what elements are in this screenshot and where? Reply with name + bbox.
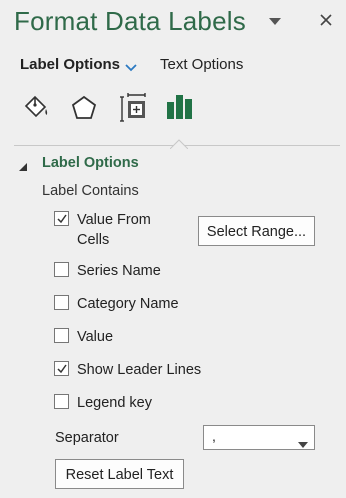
size-properties-icon[interactable]	[118, 92, 150, 124]
dropdown-arrow-icon[interactable]	[298, 435, 308, 448]
checkbox-label: Value From Cells	[77, 212, 151, 248]
reset-label-text-button[interactable]: Reset Label Text	[55, 459, 184, 489]
separator-dropdown[interactable]: ,	[203, 425, 315, 450]
checkbox-label: Series Name	[77, 263, 161, 279]
select-range-button[interactable]: Select Range...	[198, 216, 315, 246]
fill-line-icon[interactable]	[20, 92, 52, 124]
checkbox-box[interactable]	[54, 211, 69, 226]
tab-label-options[interactable]: Label Options	[20, 56, 120, 73]
checkbox-category-name[interactable]: Category Name	[54, 294, 194, 314]
checkbox-label: Legend key	[77, 395, 152, 411]
checkbox-show-leader-lines[interactable]: Show Leader Lines	[54, 360, 214, 380]
checkbox-label: Value	[77, 329, 114, 345]
separator-label: Separator	[55, 430, 119, 446]
section-title[interactable]: Label Options	[42, 155, 139, 171]
pane-title: Format Data Labels	[14, 6, 246, 36]
label-contains-heading: Label Contains	[42, 183, 139, 199]
active-tab-notch	[169, 136, 189, 150]
chevron-down-icon[interactable]	[124, 60, 138, 72]
label-options-bar-chart-icon[interactable]	[164, 90, 196, 122]
checkbox-value[interactable]: Value	[54, 327, 134, 347]
checkbox-series-name[interactable]: Series Name	[54, 261, 184, 281]
tab-text-options[interactable]: Text Options	[160, 56, 243, 73]
checkbox-box[interactable]	[54, 361, 69, 376]
checkbox-box[interactable]	[54, 295, 69, 310]
checkbox-label: Show Leader Lines	[77, 362, 202, 378]
checkbox-box[interactable]	[54, 262, 69, 277]
effects-pentagon-icon[interactable]	[68, 92, 100, 124]
checkbox-box[interactable]	[54, 328, 69, 343]
checkbox-legend-key[interactable]: Legend key	[54, 393, 164, 413]
collapse-triangle-icon[interactable]	[18, 159, 28, 171]
checkbox-box[interactable]	[54, 394, 69, 409]
checkbox-label: Category Name	[77, 296, 179, 312]
close-icon[interactable]	[316, 10, 336, 30]
checkbox-value-from-cells[interactable]: Value From Cells	[54, 210, 184, 250]
pane-options-dropdown-icon[interactable]	[268, 14, 282, 26]
options-tabs: Label Options Text Options	[0, 50, 346, 80]
separator-value: ,	[212, 428, 216, 444]
